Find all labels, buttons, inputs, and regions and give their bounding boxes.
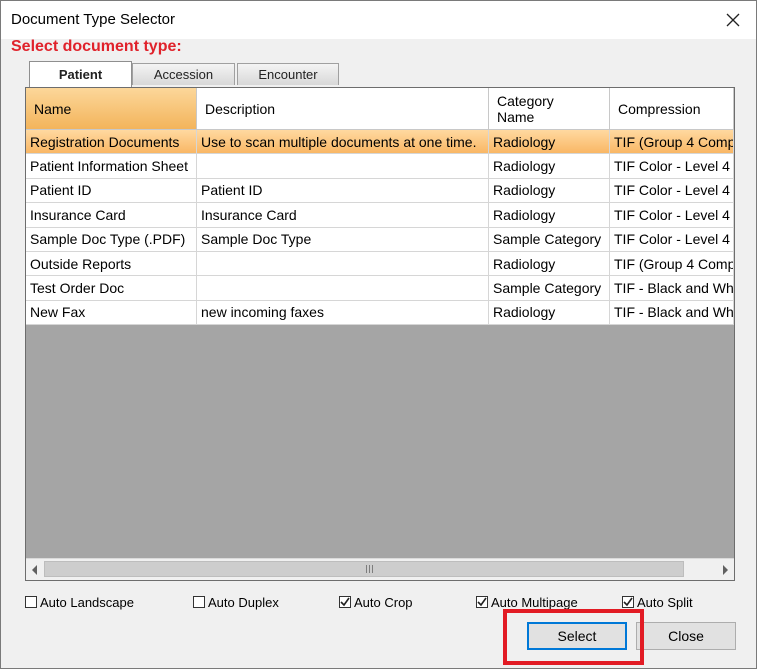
cell-category: Radiology bbox=[489, 300, 610, 326]
cell-compression: TIF - Black and Wh bbox=[610, 276, 734, 301]
cell-compression: TIF (Group 4 Comp bbox=[610, 251, 734, 277]
column-header-name[interactable]: Name bbox=[26, 88, 197, 130]
option-label: Auto Split bbox=[637, 594, 693, 610]
grid-rows: Registration Documents Use to scan multi… bbox=[26, 130, 734, 326]
tab-encounter[interactable]: Encounter bbox=[237, 63, 339, 85]
cell-name: Registration Documents bbox=[26, 130, 197, 155]
checkbox[interactable] bbox=[622, 596, 634, 608]
checkmark-icon bbox=[340, 597, 350, 607]
document-type-grid[interactable]: Name Description Category Name Compressi… bbox=[25, 87, 735, 581]
option-auto-landscape[interactable]: Auto Landscape bbox=[25, 593, 134, 611]
cell-category: Radiology bbox=[489, 178, 610, 204]
option-label: Auto Duplex bbox=[208, 594, 279, 610]
cell-compression: TIF - Black and Wh bbox=[610, 300, 734, 326]
cell-category: Sample Category bbox=[489, 276, 610, 301]
table-row[interactable]: New Fax new incoming faxes Radiology TIF… bbox=[26, 300, 734, 326]
cell-name: Test Order Doc bbox=[26, 276, 197, 301]
tab-strip: Patient Accession Encounter bbox=[25, 61, 735, 87]
cell-compression: TIF Color - Level 4 bbox=[610, 154, 734, 179]
scroll-thumb[interactable] bbox=[44, 561, 684, 577]
title-bar: Document Type Selector bbox=[1, 1, 756, 39]
tab-accession[interactable]: Accession bbox=[132, 63, 235, 85]
table-row[interactable]: Sample Doc Type (.PDF) Sample Doc Type S… bbox=[26, 227, 734, 252]
cell-name: New Fax bbox=[26, 300, 197, 326]
column-header-category[interactable]: Category Name bbox=[489, 88, 610, 130]
cell-category: Radiology bbox=[489, 154, 610, 179]
tab-patient[interactable]: Patient bbox=[29, 61, 132, 87]
horizontal-scrollbar[interactable] bbox=[26, 558, 734, 580]
table-row[interactable]: Patient Information Sheet Radiology TIF … bbox=[26, 154, 734, 179]
cell-description bbox=[197, 154, 489, 179]
table-row[interactable]: Insurance Card Insurance Card Radiology … bbox=[26, 203, 734, 228]
grid-header: Name Description Category Name Compressi… bbox=[26, 88, 734, 130]
table-row[interactable]: Registration Documents Use to scan multi… bbox=[26, 130, 734, 155]
scroll-right-icon[interactable] bbox=[716, 559, 734, 580]
table-row[interactable]: Test Order Doc Sample Category TIF - Bla… bbox=[26, 276, 734, 301]
select-document-heading: Select document type: bbox=[11, 38, 182, 55]
cell-description: Patient ID bbox=[197, 178, 489, 204]
checkbox[interactable] bbox=[193, 596, 205, 608]
cell-name: Sample Doc Type (.PDF) bbox=[26, 227, 197, 252]
option-label: Auto Landscape bbox=[40, 594, 134, 610]
cell-compression: TIF (Group 4 Comp bbox=[610, 130, 734, 155]
cell-category: Radiology bbox=[489, 130, 610, 155]
tab-label: Accession bbox=[153, 67, 214, 82]
checkbox[interactable] bbox=[25, 596, 37, 608]
cell-compression: TIF Color - Level 4 bbox=[610, 227, 734, 252]
cell-name: Patient Information Sheet bbox=[26, 154, 197, 179]
close-icon[interactable] bbox=[710, 1, 756, 39]
cell-description: new incoming faxes bbox=[197, 300, 489, 326]
cell-name: Patient ID bbox=[26, 178, 197, 204]
checkmark-icon bbox=[623, 597, 633, 607]
cell-description bbox=[197, 251, 489, 277]
cell-compression: TIF Color - Level 4 bbox=[610, 178, 734, 204]
scroll-left-icon[interactable] bbox=[26, 559, 44, 580]
option-auto-crop[interactable]: Auto Crop bbox=[339, 593, 413, 611]
option-auto-duplex[interactable]: Auto Duplex bbox=[193, 593, 279, 611]
cell-description: Insurance Card bbox=[197, 203, 489, 228]
window-title: Document Type Selector bbox=[11, 11, 175, 28]
table-row[interactable]: Patient ID Patient ID Radiology TIF Colo… bbox=[26, 178, 734, 204]
close-button[interactable]: Close bbox=[636, 622, 736, 650]
option-label: Auto Multipage bbox=[491, 594, 578, 610]
cell-name: Outside Reports bbox=[26, 251, 197, 277]
checkbox[interactable] bbox=[339, 596, 351, 608]
checkmark-icon bbox=[477, 597, 487, 607]
dialog-window: Document Type Selector Select document t… bbox=[0, 0, 757, 669]
cell-category: Radiology bbox=[489, 203, 610, 228]
cell-description bbox=[197, 276, 489, 301]
tab-label: Encounter bbox=[258, 67, 318, 82]
cell-compression: TIF Color - Level 4 bbox=[610, 203, 734, 228]
cell-description: Use to scan multiple documents at one ti… bbox=[197, 130, 489, 155]
tab-label: Patient bbox=[58, 67, 103, 82]
cell-category: Sample Category bbox=[489, 227, 610, 252]
grip-icon bbox=[366, 565, 374, 573]
option-label: Auto Crop bbox=[354, 594, 413, 610]
cell-description: Sample Doc Type bbox=[197, 227, 489, 252]
column-header-description[interactable]: Description bbox=[197, 88, 489, 130]
cell-name: Insurance Card bbox=[26, 203, 197, 228]
checkbox[interactable] bbox=[476, 596, 488, 608]
column-header-category-label: Category Name bbox=[497, 92, 554, 125]
red-highlight-box bbox=[503, 609, 644, 665]
column-header-compression[interactable]: Compression bbox=[610, 88, 734, 130]
table-row[interactable]: Outside Reports Radiology TIF (Group 4 C… bbox=[26, 251, 734, 277]
cell-category: Radiology bbox=[489, 251, 610, 277]
